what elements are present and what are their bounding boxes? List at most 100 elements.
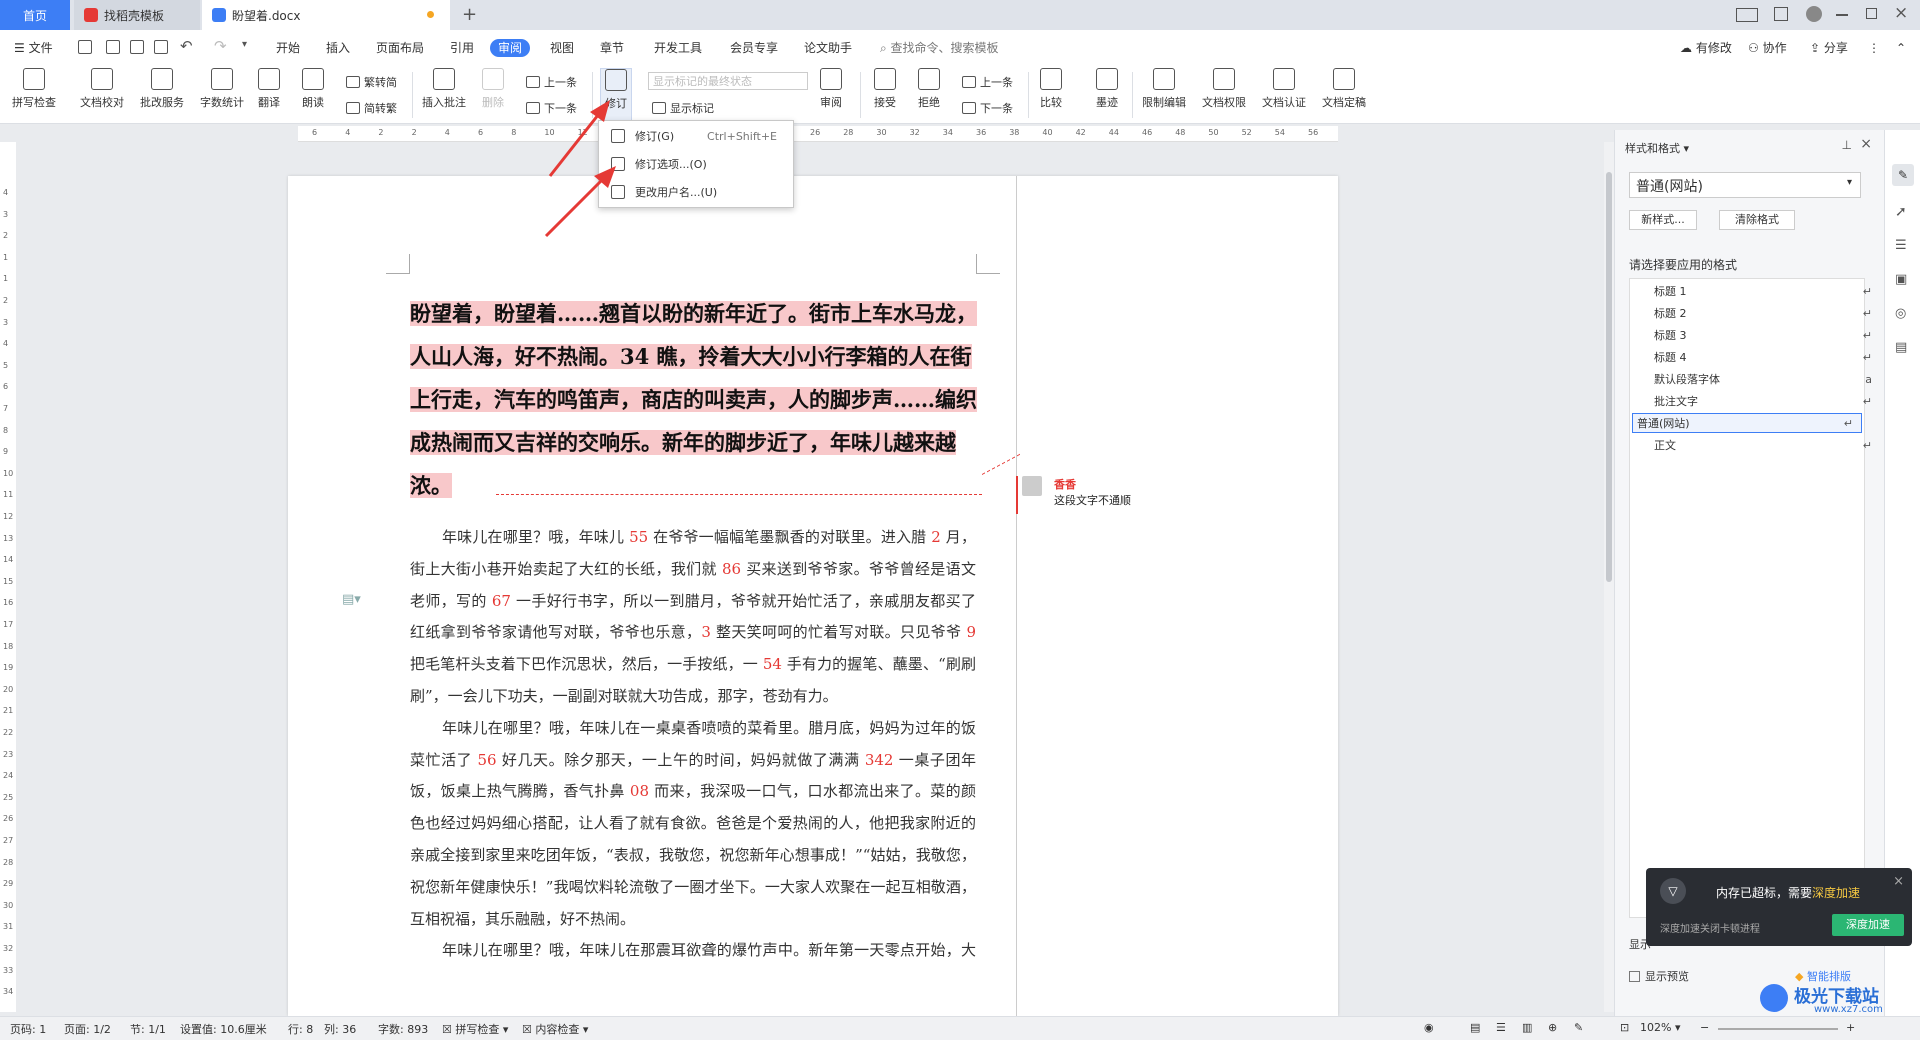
style-item[interactable]: 默认段落字体 a (1650, 369, 1880, 389)
close-toast-icon[interactable]: × (1893, 874, 1904, 889)
zoom-in-button[interactable]: + (1846, 1021, 1855, 1034)
settings-sliders-icon[interactable]: ☰ (1895, 238, 1907, 253)
doc-certify-button[interactable]: 文档认证 (1262, 68, 1306, 110)
select-cursor-icon[interactable]: ➚ (1895, 204, 1907, 220)
menu-view[interactable]: 视图 (550, 39, 574, 57)
write-view-icon[interactable]: ✎ (1574, 1021, 1583, 1034)
translate-button[interactable]: 翻译 (258, 68, 280, 110)
spell-check-status[interactable]: ☒ 拼写检查 ▾ (442, 1021, 508, 1037)
show-preview-checkbox[interactable]: 显示预览 (1629, 968, 1689, 984)
ink-button[interactable]: 墨迹 (1096, 68, 1118, 110)
menu-devtools[interactable]: 开发工具 (654, 39, 702, 57)
layout-icon[interactable] (1736, 8, 1758, 22)
collab-button[interactable]: ⚇ 协作 (1748, 39, 1787, 57)
clear-format-button[interactable]: 清除格式 (1719, 210, 1795, 230)
web-view-icon[interactable]: ⊕ (1548, 1021, 1557, 1034)
delete-comment-button[interactable]: 删除 (482, 68, 504, 110)
accept-button[interactable]: 接受 (874, 68, 896, 110)
apps-grid-icon[interactable] (1774, 7, 1788, 21)
scrollbar-thumb[interactable] (1606, 172, 1612, 582)
menu-member[interactable]: 会员专享 (730, 39, 778, 57)
menu-layout[interactable]: 页面布局 (376, 39, 424, 57)
close-panel-icon[interactable]: × (1860, 136, 1872, 152)
finalize-button[interactable]: 文档定稿 (1322, 68, 1366, 110)
changes-button[interactable]: ☁ 有修改 (1680, 39, 1732, 57)
restore-icon[interactable] (1866, 8, 1877, 19)
undo-icon[interactable]: ↶ (180, 37, 193, 55)
zoom-slider[interactable] (1718, 1028, 1838, 1030)
prev-revision-button[interactable]: 上一条 (962, 74, 1013, 90)
redo-icon[interactable]: ↷ (214, 37, 227, 55)
avatar[interactable] (1806, 6, 1822, 22)
revised-heading-paragraph[interactable]: 盼望着，盼望着……翘首以盼的新年近了。街市上车水马龙，人山人海，好不热闹。34 … (410, 292, 978, 507)
menu-start[interactable]: 开始 (276, 39, 300, 57)
zoom-out-button[interactable]: − (1700, 1021, 1709, 1034)
pen-style-icon[interactable]: ✎ (1892, 164, 1914, 186)
paragraph-layout-icon[interactable]: ▤▾ (342, 592, 361, 607)
batch-service-button[interactable]: 批改服务 (140, 68, 184, 110)
export-icon[interactable] (106, 40, 120, 54)
style-item[interactable]: 标题 2 ↵ (1650, 303, 1880, 323)
image-tools-icon[interactable]: ▣ (1895, 272, 1907, 287)
collapse-ribbon-icon[interactable]: ⌃ (1896, 39, 1906, 57)
style-item[interactable]: 标题 3 ↵ (1650, 325, 1880, 345)
horizontal-ruler[interactable]: 6422468101214161820222426283032343638404… (298, 126, 1338, 142)
more-menu-icon[interactable]: ⋮ (1868, 39, 1880, 57)
vertical-ruler[interactable]: 4 3 2 1 1 2 3 4 5 6 7 8 9 10 11 12 13 14 15 16 17 18 19 20 21 22 2… (0, 142, 16, 1012)
vertical-scrollbar[interactable] (1604, 142, 1614, 1012)
menu-chapter[interactable]: 章节 (600, 39, 624, 57)
zoom-select[interactable]: 102% ▾ (1640, 1021, 1680, 1034)
style-item[interactable]: 标题 4 ↵ (1650, 347, 1880, 367)
spell-check-button[interactable]: 拼写检查 (12, 68, 56, 110)
next-revision-button[interactable]: 下一条 (962, 100, 1013, 116)
read-aloud-button[interactable]: 朗读 (302, 68, 324, 110)
tab-home[interactable]: 首页 (0, 0, 70, 30)
tab-document[interactable]: 盼望着.docx (202, 0, 450, 30)
quick-access-more-icon[interactable]: ▾ (242, 39, 247, 50)
preview-icon[interactable] (154, 40, 168, 54)
print-icon[interactable] (130, 40, 144, 54)
minimize-icon[interactable] (1836, 14, 1848, 16)
show-state-select[interactable]: 显示标记的最终状态 (648, 72, 808, 90)
menu-file[interactable]: ☰ 文件 (14, 39, 53, 57)
compare-button[interactable]: 比较 (1040, 68, 1062, 110)
pin-icon[interactable]: ⊥ (1842, 138, 1852, 152)
comment-balloon[interactable]: 香香 这段文字不通顺 (1016, 476, 1142, 516)
fit-page-icon[interactable]: ⊡ (1620, 1021, 1629, 1034)
style-item[interactable]: 标题 1 ↵ (1650, 281, 1880, 301)
read-view-icon[interactable]: ▥ (1522, 1021, 1532, 1034)
menu-review[interactable]: 审阅 (490, 39, 531, 57)
review-pane-button[interactable]: 审阅 (820, 68, 842, 110)
location-icon[interactable]: ◎ (1895, 306, 1906, 321)
current-style-select[interactable]: 普通(网站) ▾ (1629, 172, 1861, 198)
eye-protect-icon[interactable]: ◉ (1424, 1021, 1434, 1034)
share-button[interactable]: ⇪ 分享 (1810, 39, 1848, 57)
style-item-selected[interactable]: 普通(网站) ↵ (1632, 413, 1862, 433)
doc-proof-button[interactable]: 文档校对 (80, 68, 124, 110)
doc-rights-button[interactable]: 文档权限 (1202, 68, 1246, 110)
content-check-status[interactable]: ☒ 内容检查 ▾ (522, 1021, 588, 1037)
menu-reference[interactable]: 引用 (450, 39, 474, 57)
close-window-icon[interactable]: × (1894, 3, 1908, 23)
trad-to-simp-button[interactable]: 繁转简 (346, 74, 397, 90)
show-marks-button[interactable]: 显示标记 (652, 100, 714, 116)
search-box[interactable]: ⌕ 查找命令、搜索模板 (880, 39, 999, 57)
deep-accelerate-button[interactable]: 深度加速 (1832, 914, 1904, 936)
simp-to-trad-button[interactable]: 简转繁 (346, 100, 397, 116)
restrict-edit-button[interactable]: 限制编辑 (1142, 68, 1186, 110)
menu-thesis[interactable]: 论文助手 (804, 39, 852, 57)
word-count-button[interactable]: 字数统计 (200, 68, 244, 110)
reject-button[interactable]: 拒绝 (918, 68, 940, 110)
outline-view-icon[interactable]: ☰ (1496, 1021, 1506, 1034)
style-item[interactable]: 正文 ↵ (1650, 435, 1880, 455)
page-view-icon[interactable]: ▤ (1470, 1021, 1480, 1034)
prev-comment-button[interactable]: 上一条 (526, 74, 577, 90)
menu-insert[interactable]: 插入 (326, 39, 350, 57)
style-item[interactable]: 批注文字 ↵ (1650, 391, 1880, 411)
insert-comment-button[interactable]: 插入批注 (422, 68, 466, 110)
menu-item-revise[interactable]: 修订(G) Ctrl+Shift+E (599, 123, 793, 149)
new-style-button[interactable]: 新样式... (1629, 210, 1697, 230)
book-icon[interactable]: ▤ (1895, 340, 1907, 355)
new-tab-button[interactable]: + (462, 4, 477, 25)
save-icon[interactable] (78, 40, 92, 54)
